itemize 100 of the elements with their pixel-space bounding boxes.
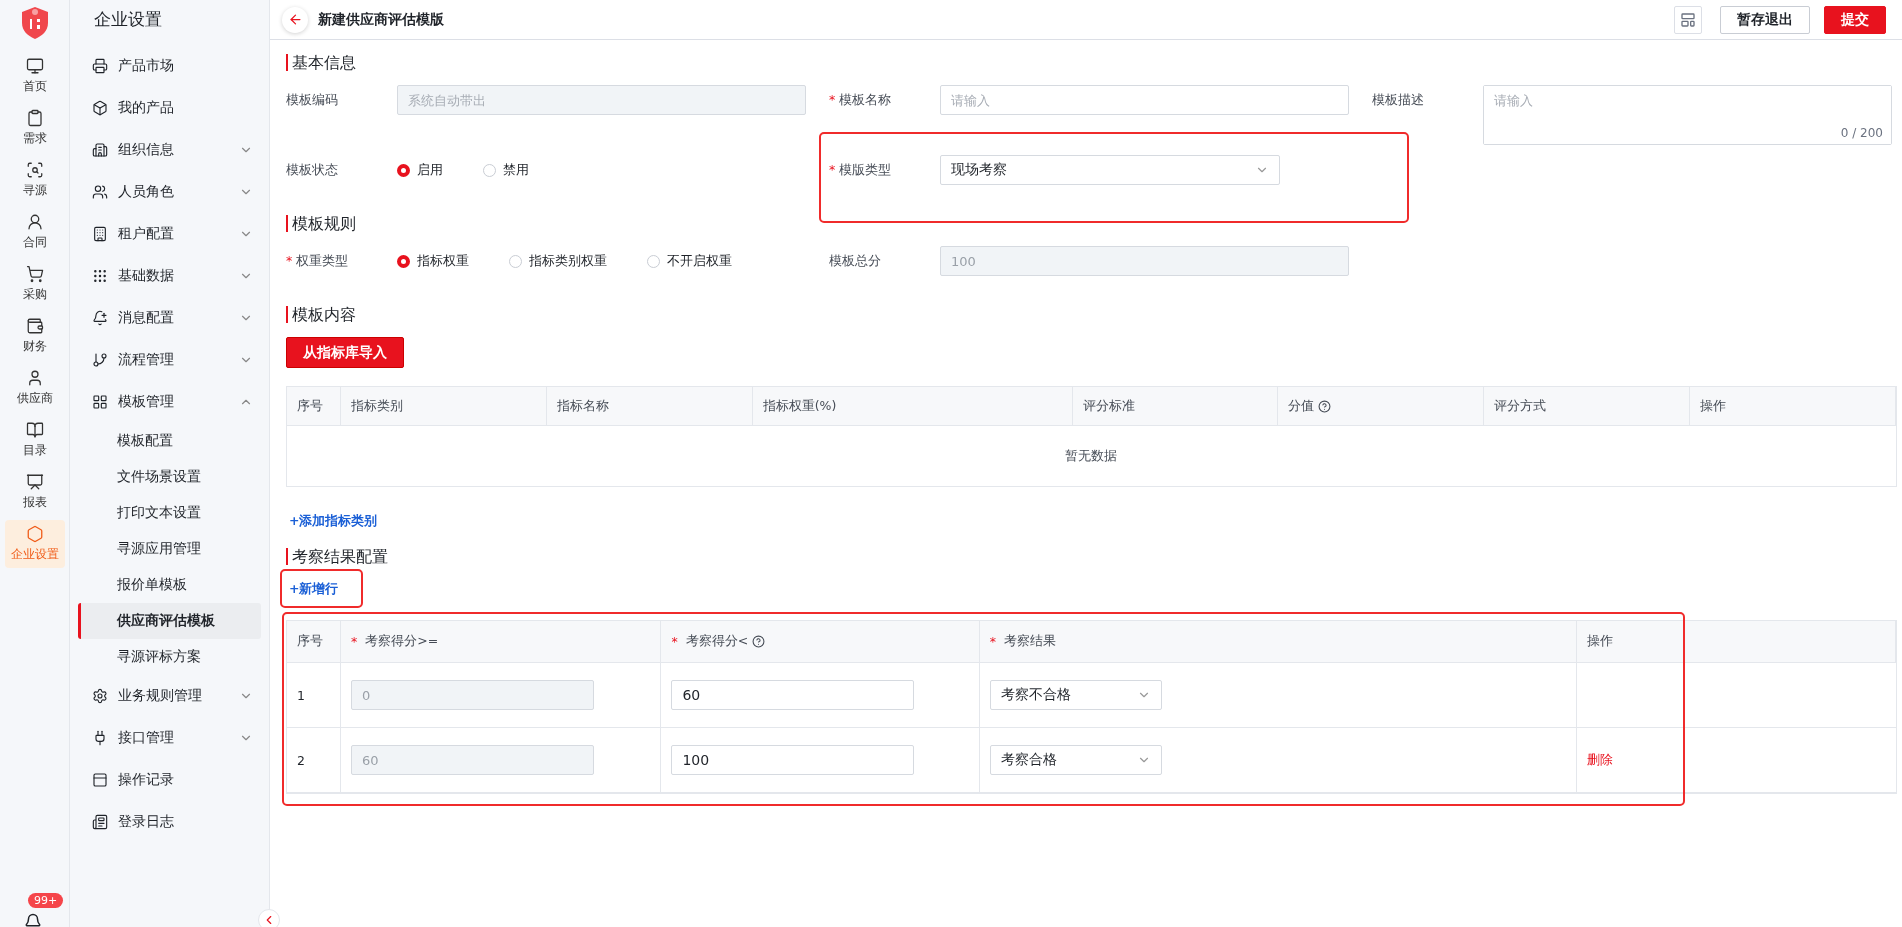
sidebar-item[interactable]: 接口管理	[78, 717, 261, 759]
building-icon	[92, 142, 108, 158]
sidebar-subitem[interactable]: 报价单模板	[78, 567, 261, 603]
column-header: 评分方式	[1484, 387, 1691, 426]
nav-item[interactable]: 寻源	[4, 156, 65, 204]
sidebar-subitem[interactable]: 打印文本设置	[78, 495, 261, 531]
sidebar-item[interactable]: 流程管理	[78, 339, 261, 381]
select-field[interactable]: 考察不合格	[989, 680, 1162, 710]
collapse-button[interactable]	[258, 909, 280, 927]
submit-button[interactable]: 提交	[1824, 5, 1886, 34]
table-cell: 1	[297, 687, 305, 703]
people-icon	[92, 184, 108, 200]
nav-item[interactable]: 报表	[4, 468, 65, 516]
column-header: 评分标准	[1072, 387, 1279, 426]
settings-icon	[92, 688, 108, 704]
board-icon	[25, 473, 44, 491]
sidebar-subitem[interactable]: 模板配置	[78, 423, 261, 459]
field-label: * 权重类型	[286, 252, 350, 270]
notification-badge: 99+	[28, 893, 64, 908]
add-link[interactable]: +新增行	[286, 577, 342, 602]
column-header: 序号	[287, 387, 341, 426]
nav-item[interactable]: 目录	[4, 416, 65, 464]
column-header: * 考察结果	[979, 621, 1577, 663]
column-header: * 考察得分<	[661, 621, 980, 663]
nav-item[interactable]: 供应商	[4, 364, 65, 412]
clipboard-icon	[25, 109, 44, 127]
wallet-icon	[25, 317, 44, 335]
bell-icon[interactable]	[24, 913, 42, 927]
field-label: 模板状态	[286, 161, 339, 179]
nav-item[interactable]: 需求	[4, 104, 65, 152]
person-icon	[25, 213, 44, 231]
sidebar-item[interactable]: 租户配置	[78, 213, 261, 255]
score-field[interactable]: 60	[671, 680, 915, 710]
column-header: 序号	[287, 621, 342, 663]
section-title: 模板内容	[286, 306, 1897, 323]
text-field[interactable]: 请输入	[940, 85, 1349, 115]
char-counter: 0 / 200	[1840, 126, 1883, 140]
import-button[interactable]: 从指标库导入	[286, 337, 404, 368]
select-field[interactable]: 考察合格	[989, 745, 1162, 775]
book-icon	[25, 421, 44, 439]
sidebar-item[interactable]: 人员角色	[78, 171, 261, 213]
sidebar-subitem[interactable]: 寻源评标方案	[78, 639, 261, 675]
sidebar-item[interactable]: 消息配置	[78, 297, 261, 339]
section-title: 基本信息	[286, 54, 1897, 71]
sidebar-item[interactable]: 操作记录	[78, 759, 261, 801]
plug-icon	[92, 730, 108, 746]
score-field[interactable]: 100	[671, 745, 915, 775]
sidebar-subitem[interactable]: 供应商评估模板	[78, 603, 261, 639]
field-label: 模板描述	[1372, 91, 1425, 109]
dots-icon	[92, 268, 108, 284]
nav-item[interactable]: 采购	[4, 260, 65, 308]
field-label: 模板总分	[829, 252, 882, 270]
sidebar-subitem[interactable]: 寻源应用管理	[78, 531, 261, 567]
nav-item[interactable]: 首页	[4, 52, 65, 100]
sidebar-item[interactable]: 基础数据	[78, 255, 261, 297]
field-label: 模板编码	[286, 91, 339, 109]
help-icon	[752, 635, 766, 648]
section-title: 考察结果配置	[286, 548, 1897, 565]
grid-icon	[92, 394, 108, 410]
magnifier-icon	[25, 161, 44, 179]
bell-icon	[92, 310, 108, 326]
radio-option[interactable]: 启用	[397, 161, 443, 179]
layout-icon	[1680, 11, 1696, 28]
layout-button[interactable]	[1674, 5, 1702, 34]
back-arrow-icon	[287, 12, 303, 27]
sidebar-item[interactable]: 产品市场	[78, 45, 261, 87]
back-button[interactable]	[282, 6, 308, 33]
radio-option[interactable]: 指标权重	[397, 252, 469, 270]
cart-icon	[25, 265, 44, 283]
field-label: * 模板名称	[829, 91, 893, 109]
column-header: 操作	[1690, 387, 1896, 426]
select-field[interactable]: 现场考察	[940, 155, 1280, 185]
radio-option[interactable]: 不开启权重	[647, 252, 732, 270]
branch-icon	[92, 352, 108, 368]
table-cell: 2	[297, 752, 305, 768]
building-icon	[92, 226, 108, 242]
help-icon	[1318, 399, 1332, 413]
add-link[interactable]: +添加指标类别	[286, 509, 381, 534]
field-label: * 模版类型	[829, 161, 893, 179]
monitor-icon	[25, 57, 44, 75]
save-button[interactable]: 暂存退出	[1720, 5, 1810, 34]
sidebar-item[interactable]: 组织信息	[78, 129, 261, 171]
column-header: * 考察得分>=	[341, 621, 662, 663]
section-title: 模板规则	[286, 215, 1897, 232]
nav-item[interactable]: 财务	[4, 312, 65, 360]
shield-logo	[19, 6, 50, 40]
nav-item[interactable]: 合同	[4, 208, 65, 256]
sidebar-item[interactable]: 登录日志	[78, 801, 261, 843]
sidebar-item[interactable]: 我的产品	[78, 87, 261, 129]
textarea-field[interactable]: 请输入 0 / 200	[1483, 85, 1892, 145]
empty-text: 暂无数据	[1064, 446, 1119, 465]
sidebar-item[interactable]: 业务规则管理	[78, 675, 261, 717]
radio-option[interactable]: 禁用	[483, 161, 529, 179]
column-header: 指标名称	[546, 387, 753, 426]
delete-link[interactable]: 删除	[1586, 751, 1613, 769]
column-header: 指标类别	[340, 387, 547, 426]
sidebar-item[interactable]: 模板管理	[78, 381, 261, 423]
radio-option[interactable]: 指标类别权重	[509, 252, 607, 270]
page-title: 新建供应商评估模版	[318, 10, 445, 29]
sidebar-subitem[interactable]: 文件场景设置	[78, 459, 261, 495]
